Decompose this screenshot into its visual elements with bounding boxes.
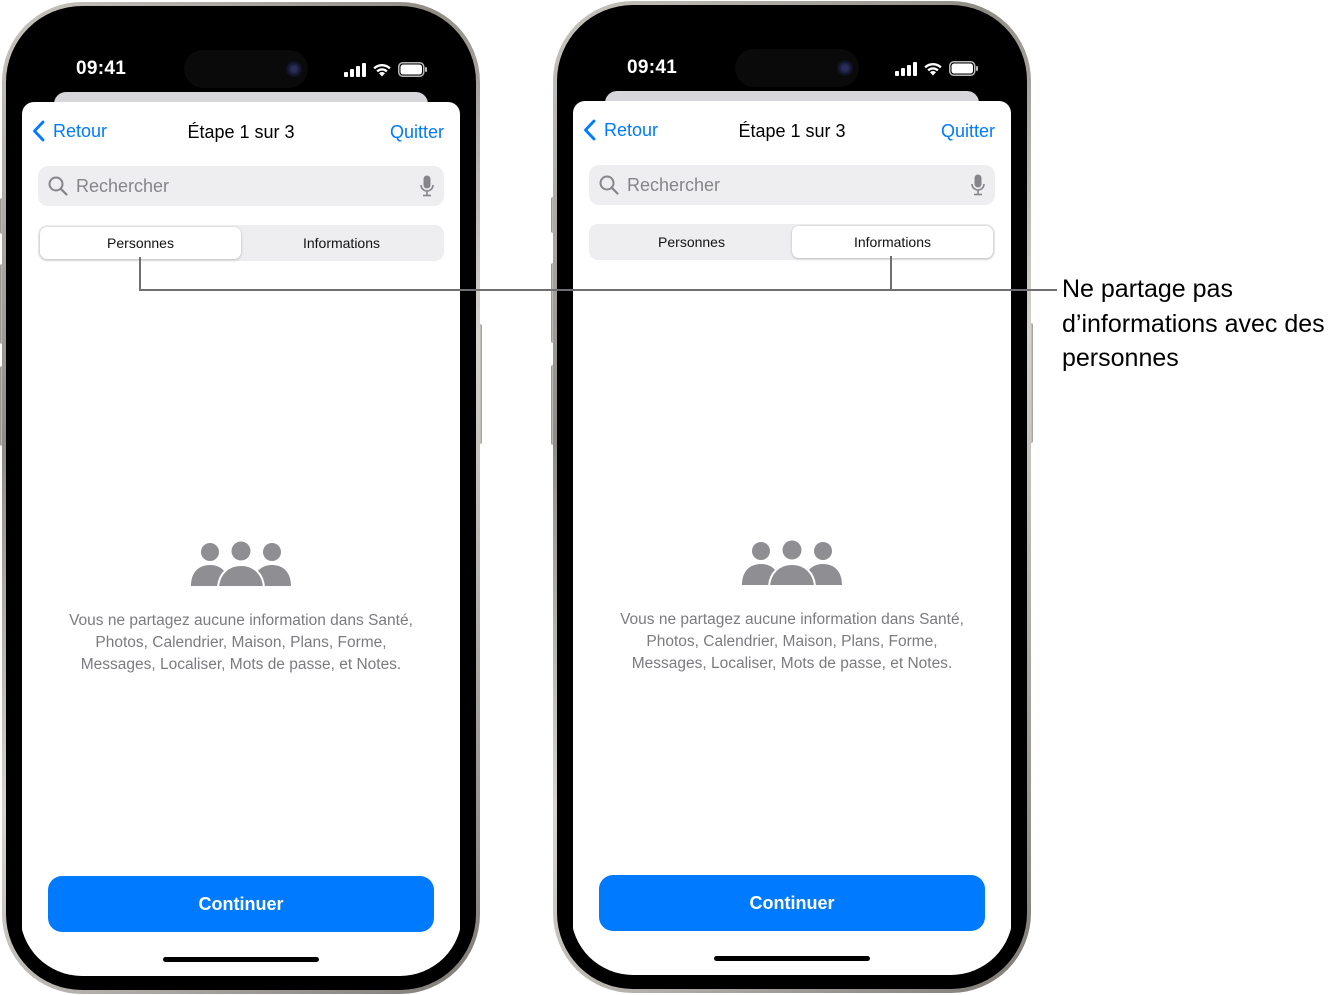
quit-button[interactable]: Quitter bbox=[941, 121, 995, 142]
callout-leader-horizontal bbox=[139, 289, 1057, 291]
search-input[interactable] bbox=[627, 174, 971, 196]
chevron-left-icon bbox=[584, 119, 596, 141]
callout-leader-right-vertical bbox=[890, 256, 892, 291]
navigation-bar: Retour Étape 1 sur 3 Quitter bbox=[22, 120, 460, 150]
segment-informations[interactable]: Informations bbox=[241, 227, 442, 259]
search-bar bbox=[589, 165, 995, 205]
status-time: 09:41 bbox=[627, 57, 678, 78]
status-bar: 09:41 bbox=[571, 19, 1013, 99]
bezel: 09:41 Retour Étape 1 sur 3 Quitter Reche… bbox=[6, 6, 476, 990]
people-group-icon bbox=[742, 539, 842, 587]
segmented-control: Personnes Informations bbox=[589, 224, 995, 260]
empty-state: Vous ne partagez aucune information dans… bbox=[22, 540, 460, 676]
search-icon bbox=[48, 176, 68, 196]
screen: 09:41 Retour Étape 1 sur 3 Quitter Reche… bbox=[571, 19, 1013, 975]
camera-icon bbox=[286, 61, 302, 77]
modal-sheet: Retour Étape 1 sur 3 Quitter Personnes I… bbox=[573, 101, 1011, 975]
phone-left: 09:41 Retour Étape 1 sur 3 Quitter Reche… bbox=[0, 2, 482, 994]
empty-state-message: Vous ne partagez aucune information dans… bbox=[69, 612, 413, 673]
battery-icon bbox=[949, 61, 978, 76]
phone-right: 09:41 Retour Étape 1 sur 3 Quitter Reche… bbox=[551, 1, 1033, 993]
back-button[interactable]: Retour bbox=[583, 119, 658, 141]
back-button-label: Retour bbox=[604, 119, 659, 140]
microphone-icon[interactable] bbox=[420, 175, 434, 197]
cellular-signal-icon bbox=[895, 61, 917, 76]
phone-frame: 09:41 Retour Étape 1 sur 3 Quitter Reche… bbox=[2, 2, 480, 994]
search-input[interactable] bbox=[76, 175, 420, 197]
quit-button[interactable]: Quitter bbox=[390, 122, 444, 143]
segment-personnes[interactable]: Personnes bbox=[591, 226, 792, 258]
empty-state-message: Vous ne partagez aucune information dans… bbox=[620, 611, 964, 672]
microphone-icon[interactable] bbox=[971, 174, 985, 196]
continue-button[interactable]: Continuer bbox=[599, 875, 985, 931]
status-icons bbox=[895, 61, 979, 76]
modal-sheet: Retour Étape 1 sur 3 Quitter Personnes I… bbox=[22, 102, 460, 976]
home-indicator bbox=[163, 957, 319, 962]
segment-informations[interactable]: Informations bbox=[792, 226, 993, 258]
bezel: 09:41 Retour Étape 1 sur 3 Quitter Reche… bbox=[557, 5, 1027, 989]
continue-button[interactable]: Continuer bbox=[48, 876, 434, 932]
status-bar: 09:41 bbox=[20, 20, 462, 100]
wifi-icon bbox=[373, 63, 391, 77]
camera-icon bbox=[837, 60, 853, 76]
segmented-control: Personnes Informations bbox=[38, 225, 444, 261]
back-button[interactable]: Retour bbox=[32, 120, 107, 142]
battery-icon bbox=[398, 62, 427, 77]
status-time: 09:41 bbox=[76, 58, 127, 79]
navigation-bar: Retour Étape 1 sur 3 Quitter bbox=[573, 119, 1011, 149]
chevron-left-icon bbox=[33, 120, 45, 142]
search-bar bbox=[38, 166, 444, 206]
screen: 09:41 Retour Étape 1 sur 3 Quitter Reche… bbox=[20, 20, 462, 976]
status-icons bbox=[344, 62, 428, 77]
cellular-signal-icon bbox=[344, 62, 366, 77]
empty-state: Vous ne partagez aucune information dans… bbox=[573, 539, 1011, 675]
back-button-label: Retour bbox=[53, 120, 108, 141]
people-group-icon bbox=[191, 540, 291, 588]
search-icon bbox=[599, 175, 619, 195]
wifi-icon bbox=[924, 62, 942, 76]
home-indicator bbox=[714, 956, 870, 961]
phone-frame: 09:41 Retour Étape 1 sur 3 Quitter Reche… bbox=[553, 1, 1031, 993]
callout-leader-left-vertical bbox=[139, 257, 141, 291]
callout-text: Ne partage pas d’informations avec des p… bbox=[1062, 275, 1325, 372]
segment-personnes[interactable]: Personnes bbox=[40, 227, 241, 259]
